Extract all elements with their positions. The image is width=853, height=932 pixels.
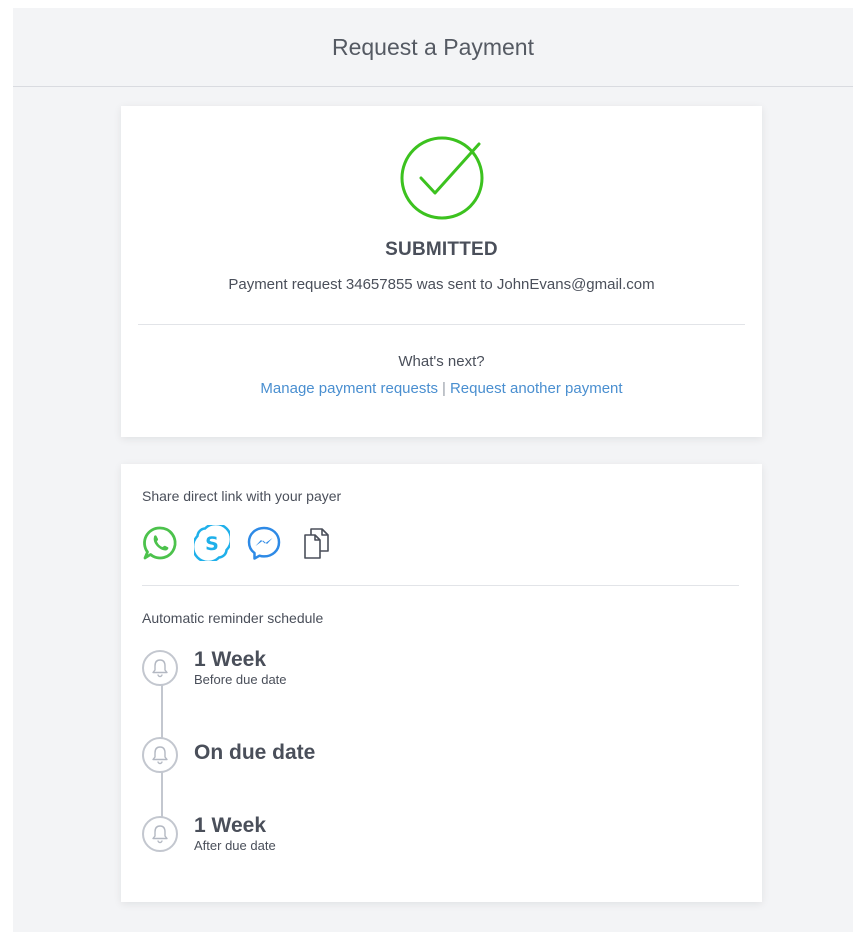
reminder-subtitle: Before due date (194, 672, 287, 687)
next-links: Manage payment requests | Request another … (121, 380, 762, 397)
share-icons: S (142, 525, 334, 561)
bell-icon (142, 816, 178, 852)
whats-next-label: What's next? (398, 353, 485, 370)
bell-icon (142, 650, 178, 686)
svg-text:S: S (205, 533, 219, 555)
check-circle-icon (400, 136, 484, 220)
share-card: Share direct link with your payer S Auto… (121, 464, 762, 902)
page-frame: Request a Payment SUBMITTED Payment requ… (13, 8, 853, 932)
skype-icon[interactable]: S (194, 525, 230, 561)
reminder-schedule-label: Automatic reminder schedule (142, 610, 324, 626)
divider (142, 585, 739, 586)
page-header: Request a Payment (13, 8, 853, 87)
divider (138, 324, 745, 325)
manage-payment-requests-link[interactable]: Manage payment requests (260, 380, 438, 397)
reminder-title: On due date (194, 741, 316, 764)
bell-icon (142, 737, 178, 773)
status-card: SUBMITTED Payment request 34657855 was s… (121, 106, 762, 437)
reminder-timeline: 1 Week Before due date On due date 1 Wee… (142, 648, 542, 870)
copy-icon[interactable] (298, 525, 334, 561)
share-label: Share direct link with your payer (142, 488, 342, 504)
reminder-title: 1 Week (194, 814, 266, 837)
status-message: Payment request 34657855 was sent to Joh… (228, 276, 655, 293)
status-title: SUBMITTED (385, 239, 498, 260)
reminder-subtitle: After due date (194, 838, 276, 853)
whatsapp-icon[interactable] (142, 525, 178, 561)
link-separator: | (442, 380, 446, 397)
reminder-title: 1 Week (194, 648, 266, 671)
request-another-payment-link[interactable]: Request another payment (450, 380, 623, 397)
messenger-icon[interactable] (246, 525, 282, 561)
page-title: Request a Payment (331, 33, 534, 60)
